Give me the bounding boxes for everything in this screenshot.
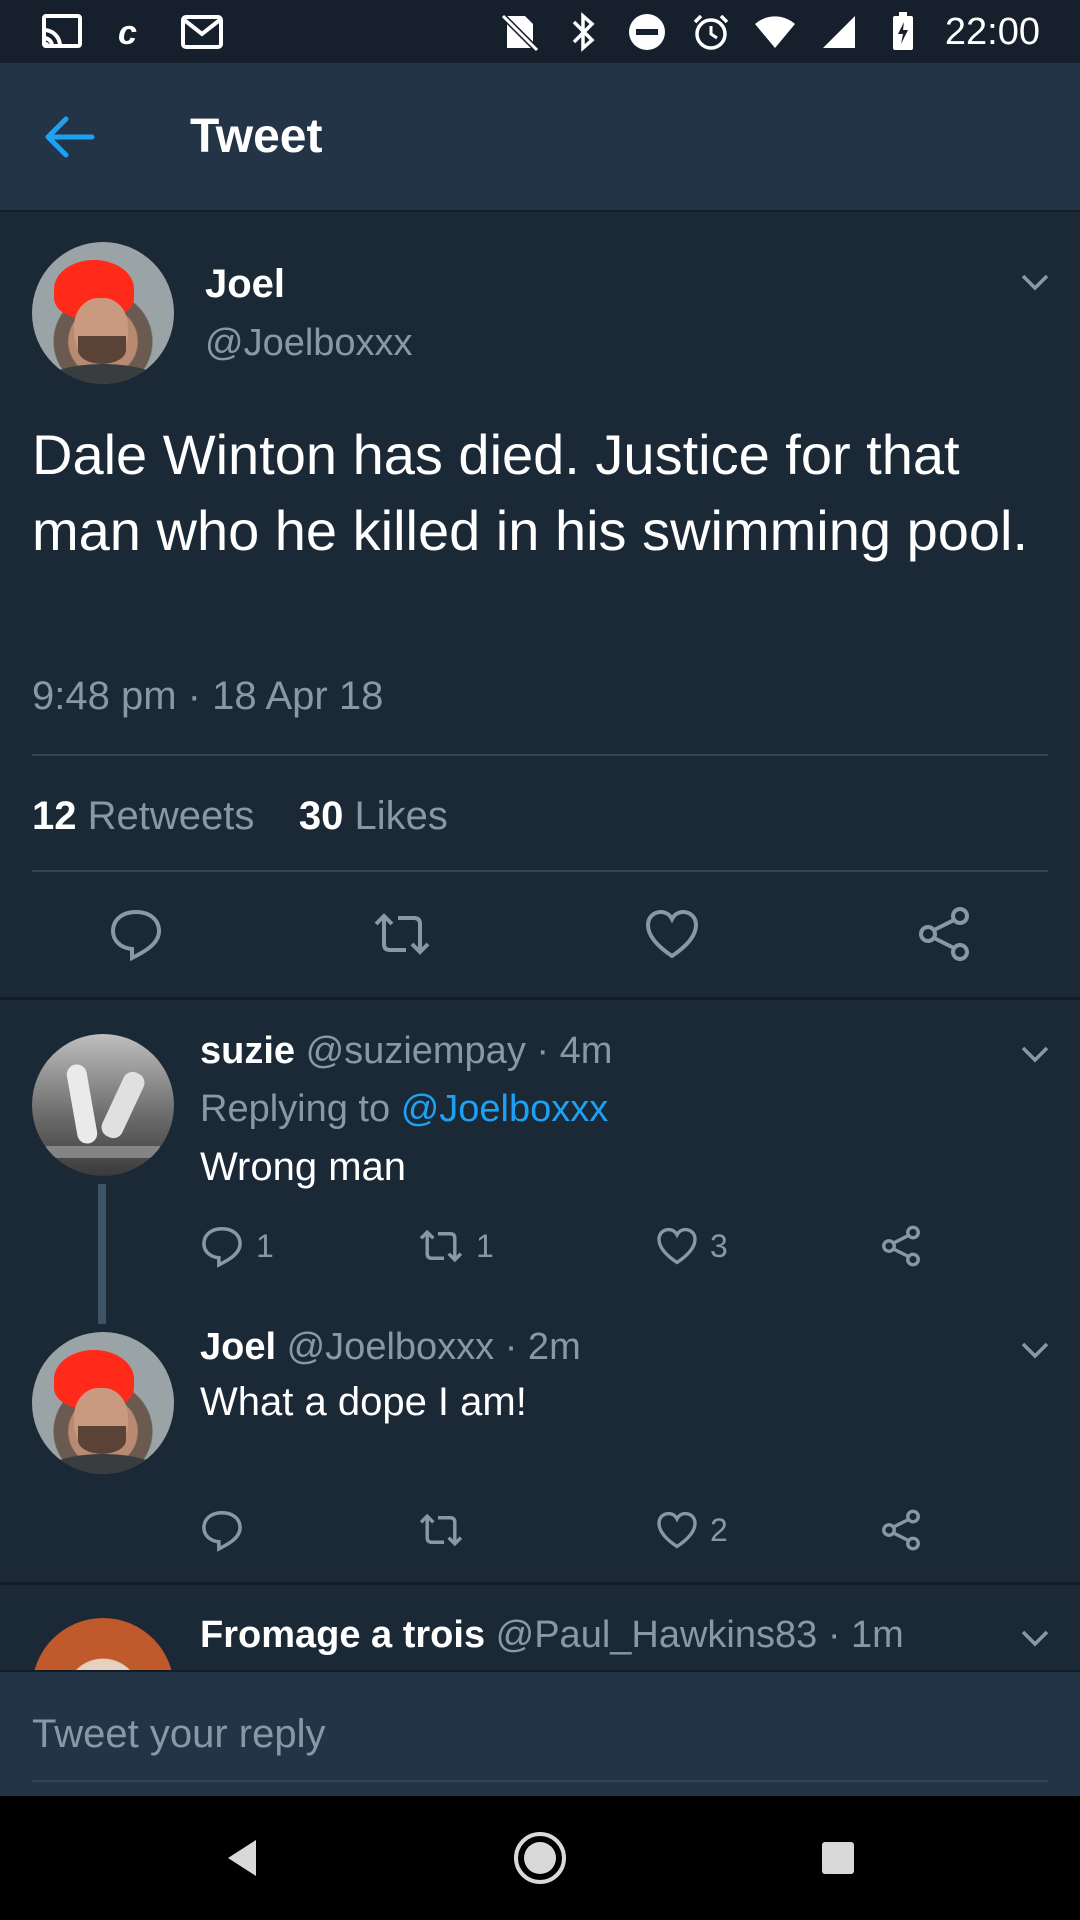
retweets-count[interactable]: 12: [32, 794, 77, 838]
author-name[interactable]: Joel: [205, 262, 285, 307]
share-button[interactable]: [912, 902, 976, 966]
tweet-timestamp: 9:48 pm · 18 Apr 18: [32, 674, 384, 718]
status-bar: c 22:00: [0, 0, 1080, 63]
author-avatar[interactable]: [32, 242, 174, 384]
reply-avatar[interactable]: [32, 1332, 174, 1474]
reply-button[interactable]: [104, 902, 168, 966]
reply-like-button[interactable]: 3: [656, 1222, 728, 1270]
reply-author-handle[interactable]: @suziempay · 4m: [306, 1030, 613, 1072]
like-icon: [645, 909, 699, 959]
gmail-icon: [180, 10, 224, 54]
share-icon: [882, 1509, 920, 1551]
replying-to-label: Replying to: [200, 1088, 391, 1130]
retweets-label[interactable]: Retweets: [88, 794, 255, 838]
reply-share-button[interactable]: [880, 1506, 922, 1554]
retweet-icon: [419, 1229, 463, 1263]
reply-menu-button[interactable]: [1015, 1034, 1055, 1074]
reply-icon: [110, 909, 162, 962]
reply-reply-button[interactable]: 1: [200, 1222, 274, 1270]
status-time: 22:00: [944, 11, 1040, 53]
tweet-menu-button[interactable]: [1015, 262, 1055, 302]
like-icon: [657, 1227, 697, 1265]
retweet-button[interactable]: [370, 902, 434, 966]
section-separator: [0, 997, 1080, 1000]
page-title: Tweet: [190, 110, 323, 163]
reply-author-name[interactable]: suzie: [200, 1030, 295, 1072]
likes-count[interactable]: 30: [299, 794, 344, 838]
section-separator: [0, 1582, 1080, 1585]
reply-text: Wrong man: [200, 1145, 407, 1189]
reply-author-name[interactable]: Fromage a trois: [200, 1614, 485, 1656]
reply-input[interactable]: Tweet your reply: [32, 1712, 325, 1757]
tweet-stats: 12 Retweets 30 Likes: [32, 794, 448, 839]
likes-label[interactable]: Likes: [354, 794, 447, 838]
nav-recents-icon: [822, 1842, 854, 1874]
reply-avatar[interactable]: [32, 1034, 174, 1176]
reply-header: Fromage a trois @Paul_Hawkins83 · 1m: [200, 1614, 904, 1657]
app-bar: Tweet: [0, 63, 1080, 212]
no-sim-icon: [497, 10, 541, 54]
navigation-bar: [0, 1796, 1080, 1920]
share-icon: [919, 907, 969, 961]
thread-line: [98, 1184, 106, 1324]
nav-recents-button[interactable]: [806, 1826, 870, 1890]
reply-icon: [202, 1226, 242, 1268]
reply-header: Joel @Joelboxxx · 2m: [200, 1326, 581, 1369]
retweet-count: 1: [476, 1227, 494, 1264]
wifi-icon: [753, 10, 797, 54]
nav-back-button[interactable]: [210, 1826, 274, 1890]
reply-author-handle[interactable]: @Paul_Hawkins83 · 1m: [496, 1614, 904, 1656]
nav-home-icon: [514, 1832, 566, 1884]
divider: [32, 870, 1048, 872]
share-icon: [882, 1225, 920, 1267]
like-icon: [657, 1511, 697, 1549]
reply-reply-button[interactable]: [200, 1506, 256, 1554]
nav-back-icon: [228, 1840, 256, 1876]
do-not-disturb-icon: [625, 10, 669, 54]
back-button[interactable]: [40, 105, 120, 169]
like-count: 3: [710, 1227, 728, 1264]
replying-to-link[interactable]: @Joelboxxx: [401, 1088, 609, 1130]
retweet-icon: [374, 913, 430, 955]
divider: [32, 754, 1048, 756]
main-tweet: Joel @Joelboxxx Dale Winton has died. Ju…: [0, 212, 1080, 998]
like-button[interactable]: [640, 902, 704, 966]
reply-author-handle[interactable]: @Joelboxxx · 2m: [287, 1326, 581, 1368]
reply-composer[interactable]: Tweet your reply: [0, 1670, 1080, 1796]
like-count: 2: [710, 1511, 728, 1548]
back-arrow-icon: [45, 116, 95, 158]
alarm-icon: [689, 10, 733, 54]
nav-home-button[interactable]: [508, 1826, 572, 1890]
replying-to: Replying to @Joelboxxx: [200, 1088, 608, 1131]
reply-header: suzie @suziempay · 4m: [200, 1030, 612, 1073]
svg-text:c: c: [118, 14, 137, 52]
reply-like-button[interactable]: 2: [656, 1506, 728, 1554]
reply-text: What a dope I am!: [200, 1380, 527, 1424]
c-app-icon: c: [110, 10, 154, 54]
input-underline: [32, 1780, 1048, 1782]
bluetooth-icon: [561, 10, 605, 54]
chevron-down-icon: [1021, 274, 1049, 291]
reply-author-name[interactable]: Joel: [200, 1326, 276, 1368]
reply-share-button[interactable]: [880, 1222, 922, 1270]
reply-menu-button[interactable]: [1015, 1618, 1055, 1658]
chevron-down-icon: [1021, 1046, 1049, 1063]
reply-icon: [202, 1510, 242, 1552]
reply-count: 1: [256, 1227, 274, 1264]
reply-retweet-button[interactable]: [418, 1506, 476, 1554]
author-handle[interactable]: @Joelboxxx: [205, 322, 413, 365]
cast-icon: [40, 10, 84, 54]
battery-charging-icon: [881, 10, 925, 54]
chevron-down-icon: [1021, 1630, 1049, 1647]
reply-menu-button[interactable]: [1015, 1330, 1055, 1370]
signal-icon: [817, 10, 861, 54]
chevron-down-icon: [1021, 1342, 1049, 1359]
retweet-icon: [419, 1513, 463, 1547]
tweet-text: Dale Winton has died. Justice for that m…: [32, 423, 1028, 562]
reply-retweet-button[interactable]: 1: [418, 1222, 494, 1270]
